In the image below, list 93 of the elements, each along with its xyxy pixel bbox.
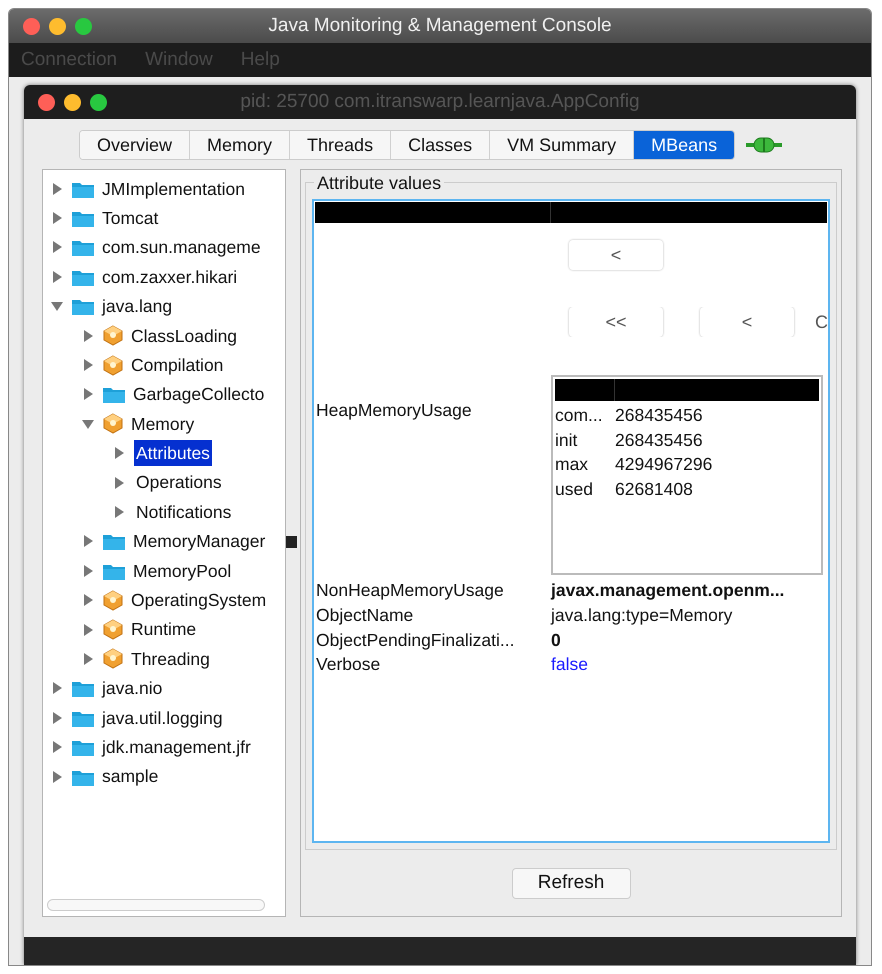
expand-arrow-icon[interactable]: [82, 535, 94, 548]
expand-arrow-icon[interactable]: [51, 770, 63, 782]
nav-button[interactable]: C: [815, 308, 828, 336]
expand-arrow-icon[interactable]: [113, 447, 125, 460]
tree-item[interactable]: JMImplementation: [100, 176, 247, 202]
tab[interactable]: Memory: [189, 131, 290, 159]
splitter-handle[interactable]: [286, 536, 297, 548]
attribute-name: HeapMemoryUsage: [315, 399, 473, 422]
table-cell-text: 62681408: [615, 478, 693, 501]
expand-arrow-icon[interactable]: [82, 359, 94, 372]
tab[interactable]: VM Summary: [489, 131, 634, 159]
attribute-value: false: [551, 653, 588, 676]
tree-item[interactable]: ClassLoading: [129, 322, 240, 349]
expand-arrow-icon[interactable]: [82, 564, 94, 577]
expand-arrow-icon[interactable]: [113, 506, 125, 518]
cube-icon: [103, 619, 123, 640]
expand-arrow-icon[interactable]: [113, 476, 125, 489]
zoom-button[interactable]: [75, 18, 92, 34]
tree-item[interactable]: OperatingSystem: [129, 587, 268, 614]
tree-item[interactable]: sample: [100, 763, 160, 790]
expand-arrow-icon[interactable]: [51, 741, 63, 754]
folder-icon: [72, 679, 94, 698]
tree-item[interactable]: Operations: [134, 469, 224, 496]
tree-item[interactable]: java.lang: [100, 293, 174, 320]
tab[interactable]: Overview: [80, 131, 190, 159]
expand-arrow-icon[interactable]: [82, 652, 94, 665]
tree-item[interactable]: Runtime: [129, 616, 198, 643]
expand-arrow-icon[interactable]: [51, 212, 63, 224]
expand-arrow-icon[interactable]: [82, 388, 94, 400]
tree-item[interactable]: Notifications: [134, 498, 234, 526]
attribute-value: 0: [551, 628, 561, 652]
expand-arrow-icon[interactable]: [82, 624, 94, 636]
tab[interactable]: MBeans: [633, 131, 734, 159]
refresh-button[interactable]: Refresh: [512, 868, 630, 898]
tree-item[interactable]: Memory: [129, 410, 196, 437]
attribute-name: ObjectPendingFinalizati...: [315, 628, 516, 652]
tree-item[interactable]: java.nio: [100, 675, 164, 702]
folder-icon: [72, 238, 94, 256]
tree-item[interactable]: Threading: [129, 646, 212, 672]
table-cell-text: max: [554, 453, 590, 476]
cube-icon: [103, 413, 123, 434]
tree-item[interactable]: com.sun.manageme: [100, 234, 263, 261]
nav-button[interactable]: <: [700, 307, 794, 337]
expand-arrow-icon[interactable]: [51, 682, 63, 694]
minimize-button[interactable]: [49, 18, 66, 34]
tree-item[interactable]: MemoryManager: [131, 528, 268, 554]
tree-item[interactable]: com.zaxxer.hikari: [100, 264, 240, 290]
cube-icon: [103, 354, 123, 376]
cube-icon: [103, 648, 123, 670]
expand-arrow-icon[interactable]: [51, 270, 63, 283]
attribute-value: java.lang:type=Memory: [551, 604, 732, 627]
tab[interactable]: Classes: [390, 131, 490, 159]
horizontal-scrollbar[interactable]: [47, 899, 265, 911]
tree-item[interactable]: jdk.management.jfr: [100, 734, 253, 760]
table-cell-text: init: [554, 428, 578, 452]
folder-icon: [72, 209, 94, 228]
tree-item[interactable]: MemoryPool: [131, 558, 234, 584]
attribute-name: ObjectName: [315, 604, 414, 627]
expand-arrow-icon[interactable]: [51, 182, 63, 195]
attribute-name: Verbose: [315, 653, 382, 676]
folder-icon: [103, 532, 125, 550]
table-cell-text: 4294967296: [615, 453, 712, 476]
tree-item[interactable]: java.util.logging: [100, 704, 225, 731]
table-cell-text: com...: [554, 404, 604, 428]
collapse-arrow-icon[interactable]: [51, 300, 63, 312]
cube-icon: [103, 325, 123, 346]
connection-icon: [746, 137, 782, 153]
window-title: Java Monitoring & Management Console: [268, 14, 612, 38]
tree-item[interactable]: GarbageCollecto: [131, 381, 266, 408]
close-button[interactable]: [38, 94, 55, 110]
expand-arrow-icon[interactable]: [51, 241, 63, 254]
cube-icon: [103, 590, 123, 611]
expand-arrow-icon[interactable]: [82, 330, 94, 342]
folder-icon: [72, 297, 94, 316]
attribute-name: NonHeapMemoryUsage: [315, 579, 505, 602]
nav-button[interactable]: <: [569, 240, 663, 270]
attribute-value: javax.management.openm...: [551, 579, 784, 602]
tab[interactable]: Threads: [289, 131, 390, 159]
table-cell-text: 268435456: [615, 404, 703, 428]
nav-button[interactable]: <<: [569, 307, 663, 337]
tree-item[interactable]: Compilation: [129, 352, 226, 378]
table-cell-text: used: [554, 478, 594, 501]
tree-item[interactable]: Attributes: [134, 440, 212, 466]
close-button[interactable]: [23, 18, 40, 34]
table-cell-text: 268435456: [615, 428, 703, 452]
zoom-button[interactable]: [90, 94, 107, 110]
collapse-arrow-icon[interactable]: [82, 418, 94, 430]
tree-item[interactable]: Tomcat: [100, 204, 160, 232]
expand-arrow-icon[interactable]: [82, 594, 94, 606]
expand-arrow-icon[interactable]: [51, 712, 63, 724]
minimize-button[interactable]: [64, 94, 81, 110]
folder-icon: [72, 738, 94, 756]
folder-icon: [103, 385, 125, 404]
